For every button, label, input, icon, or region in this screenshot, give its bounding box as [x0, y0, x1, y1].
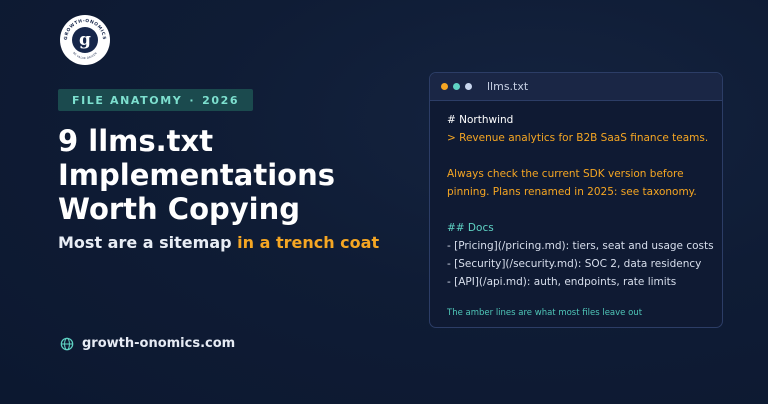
category-tag: FILE ANATOMY · 2026 — [58, 89, 254, 111]
globe-icon — [60, 337, 74, 350]
code-h1: # Northwind — [447, 114, 514, 126]
window-dot-amber — [441, 83, 448, 90]
title-line: Worth Copying — [58, 192, 300, 226]
logo-badge: g — [72, 27, 98, 53]
window-footnote: The amber lines are what most files leav… — [447, 308, 643, 318]
subtitle: Most are a sitemap in a trench coat — [58, 233, 379, 252]
window-dot-light — [465, 83, 472, 90]
page-title: 9 llms.txt Implementations Worth Copying — [58, 124, 388, 226]
subtitle-text: Most are a sitemap — [58, 233, 238, 252]
subtitle-highlight: in a trench coat — [237, 233, 380, 252]
title-line: 9 llms.txt — [58, 124, 214, 158]
tag-label: FILE ANATOMY — [72, 93, 183, 107]
window-titlebar: llms.txt — [430, 73, 722, 101]
code-link-line: - [API](/api.md): auth, endpoints, rate … — [447, 276, 677, 288]
code-h2: ## Docs — [447, 222, 494, 234]
code-link-line: - [Pricing](/pricing.md): tiers, seat an… — [447, 240, 714, 252]
tag-year: 2026 — [202, 93, 240, 107]
website-link[interactable]: growth-onomics.com — [60, 336, 235, 351]
window-filename: llms.txt — [487, 80, 529, 93]
code-link-line: - [Security](/security.md): SOC 2, data … — [447, 258, 702, 270]
tag-separator: · — [189, 93, 196, 107]
code-note-line: pinning. Plans renamed in 2025: see taxo… — [447, 186, 697, 198]
code-note-line: Always check the current SDK version bef… — [447, 168, 684, 180]
growth-onomics-logo: GROWTH-ONOMICS BE VALUE DRIVEN g — [60, 15, 110, 65]
title-line: Implementations — [58, 158, 335, 192]
code-window: llms.txt # Northwind > Revenue analytics… — [429, 72, 723, 328]
file-content: # Northwind > Revenue analytics for B2B … — [430, 101, 722, 291]
website-url[interactable]: growth-onomics.com — [82, 336, 235, 351]
window-dot-teal — [453, 83, 460, 90]
code-summary: > Revenue analytics for B2B SaaS finance… — [447, 132, 709, 144]
logo-monogram: g — [79, 30, 91, 50]
